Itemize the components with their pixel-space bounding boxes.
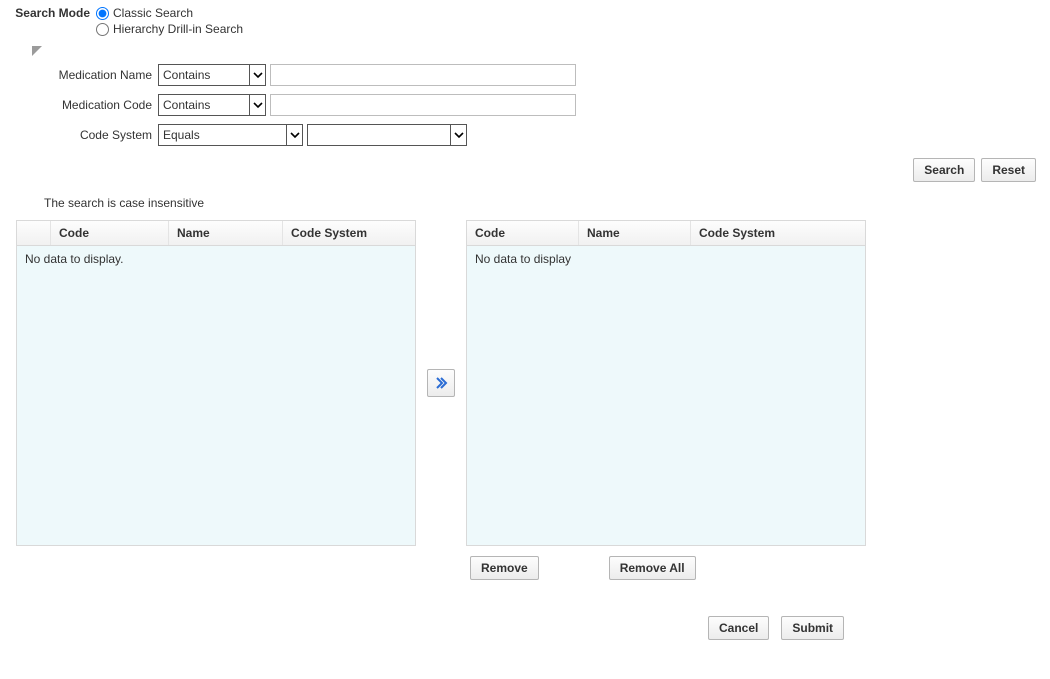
collapse-toggle-icon[interactable] [32,46,42,56]
selected-col-code[interactable]: Code [467,221,579,245]
medication-name-label: Medication Name [8,68,158,82]
cancel-button[interactable]: Cancel [708,616,769,640]
remove-actions: Remove Remove All [470,556,1042,580]
chevron-down-icon [450,125,466,145]
radio-classic-search[interactable] [96,7,109,20]
search-button[interactable]: Search [913,158,975,182]
search-mode-row-2: Hierarchy Drill-in Search [8,22,1042,36]
chevron-double-right-icon [434,376,448,390]
chevron-down-icon [249,95,265,115]
search-mode-label: Search Mode [8,6,96,20]
medication-code-input[interactable] [270,94,576,116]
code-system-value [308,125,450,145]
code-system-label: Code System [8,128,158,142]
medication-code-label: Medication Code [8,98,158,112]
results-empty-text: No data to display. [25,252,124,266]
code-system-value-select[interactable] [307,124,467,146]
medication-code-operator-value: Contains [159,95,249,115]
code-system-operator-value: Equals [159,125,286,145]
medication-name-operator-select[interactable]: Contains [158,64,266,86]
results-grid: Code Name Code System No data to display… [16,220,416,546]
search-mode-row: Search Mode Classic Search [8,6,1042,20]
selected-col-system[interactable]: Code System [691,221,865,245]
move-column [422,220,460,546]
radio-classic-label: Classic Search [113,6,193,20]
remove-button[interactable]: Remove [470,556,539,580]
chevron-down-icon [286,125,302,145]
selected-empty-text: No data to display [475,252,571,266]
medication-name-input[interactable] [270,64,576,86]
results-col-code[interactable]: Code [51,221,169,245]
code-system-operator-select[interactable]: Equals [158,124,303,146]
results-col-system[interactable]: Code System [283,221,415,245]
radio-hierarchy-label: Hierarchy Drill-in Search [113,22,243,36]
tables-area: Code Name Code System No data to display… [16,220,1042,546]
results-grid-body: No data to display. [17,246,415,545]
search-actions: Search Reset [8,158,1042,182]
code-system-row: Code System Equals [8,124,1042,146]
chevron-down-icon [249,65,265,85]
selected-grid-body: No data to display [467,246,865,545]
reset-button[interactable]: Reset [981,158,1036,182]
remove-all-button[interactable]: Remove All [609,556,696,580]
move-right-button[interactable] [427,369,455,397]
selected-col-name[interactable]: Name [579,221,691,245]
medication-code-operator-select[interactable]: Contains [158,94,266,116]
case-insensitive-hint: The search is case insensitive [44,196,1042,210]
selected-grid-header: Code Name Code System [467,221,865,246]
medication-code-row: Medication Code Contains [8,94,1042,116]
radio-hierarchy-search[interactable] [96,23,109,36]
selected-grid: Code Name Code System No data to display [466,220,866,546]
footer-actions: Cancel Submit [708,616,1042,640]
results-col-select [17,221,51,245]
medication-name-operator-value: Contains [159,65,249,85]
submit-button[interactable]: Submit [781,616,844,640]
results-col-name[interactable]: Name [169,221,283,245]
results-grid-header: Code Name Code System [17,221,415,246]
medication-name-row: Medication Name Contains [8,64,1042,86]
